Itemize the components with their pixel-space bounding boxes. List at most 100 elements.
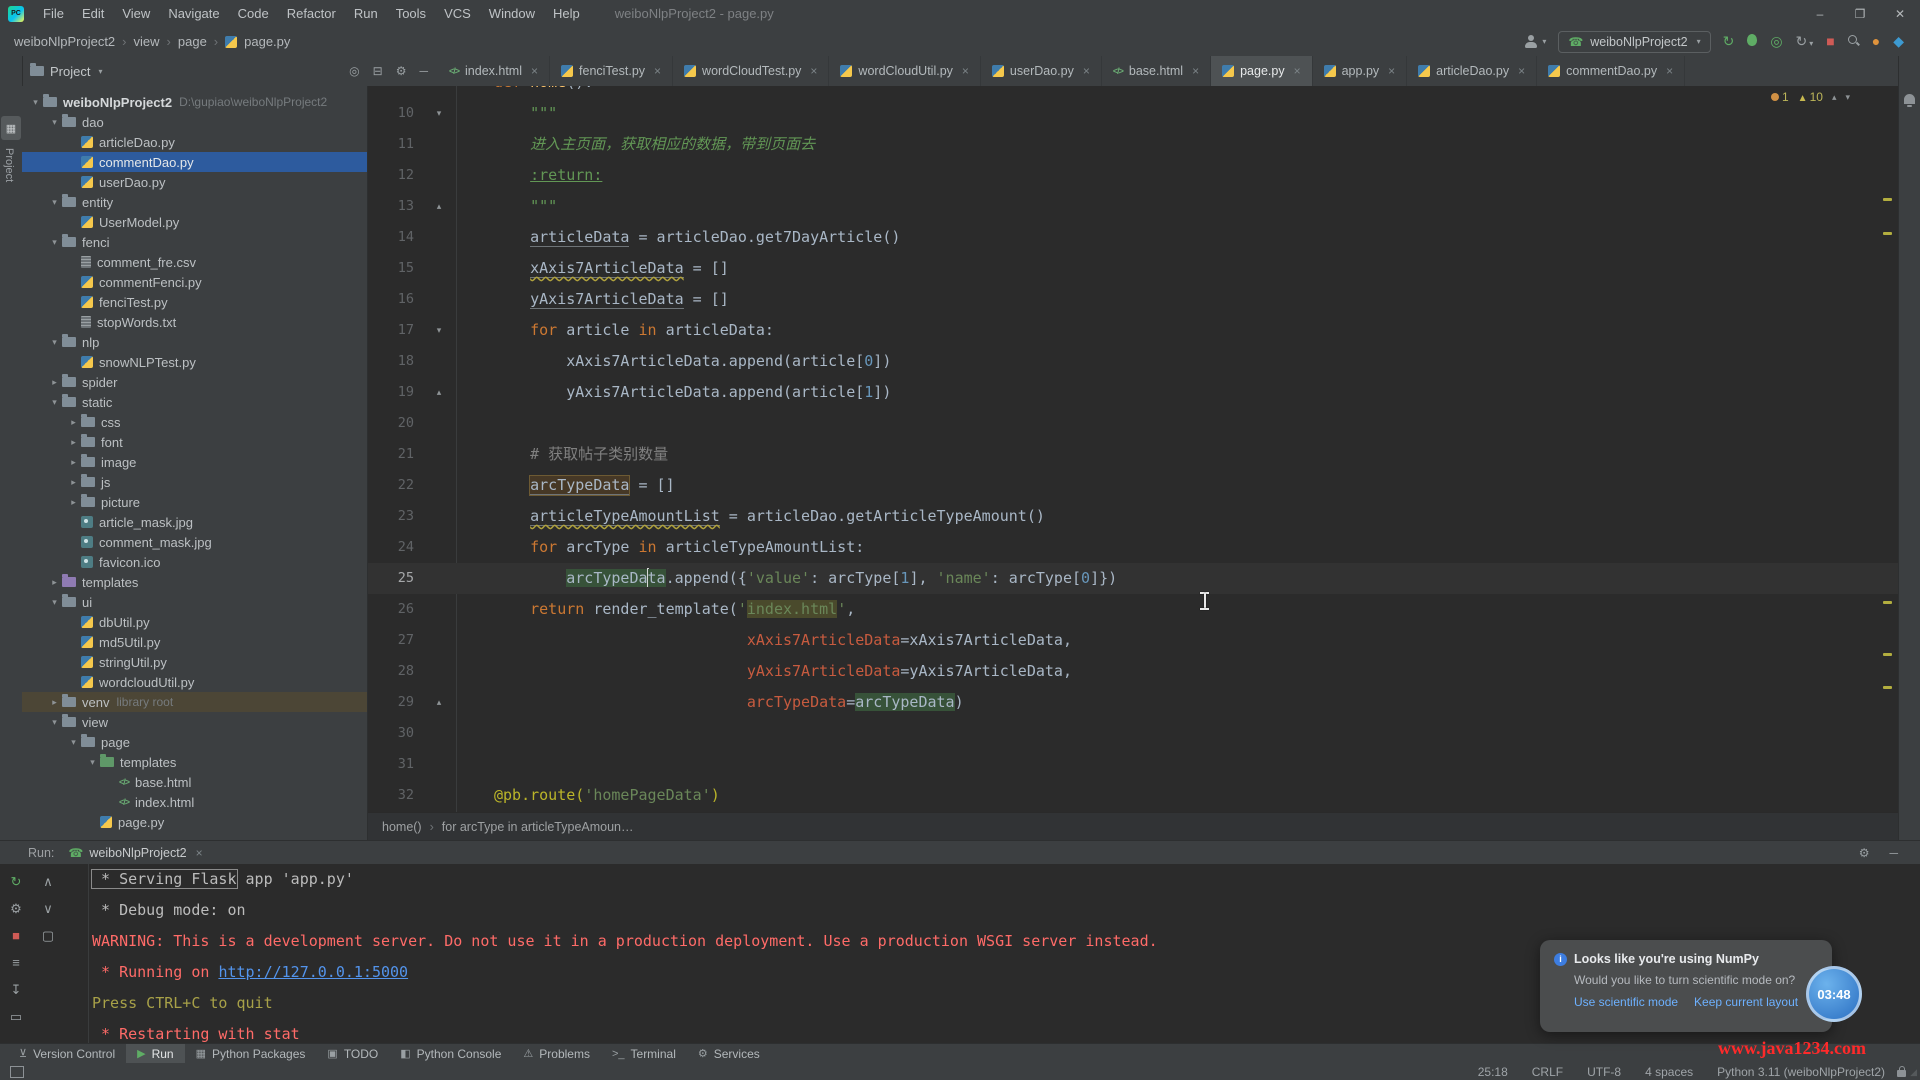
menu-view[interactable]: View <box>113 6 159 21</box>
code-line-23[interactable]: 23 articleTypeAmountList = articleDao.ge… <box>368 501 1898 532</box>
editor-tab-wordCloudTest.py[interactable]: wordCloudTest.py× <box>673 56 829 86</box>
settings-icon[interactable]: ⚙ <box>396 64 407 78</box>
tree-item-dbUtil.py[interactable]: dbUtil.py <box>22 612 367 632</box>
tree-item-weiboNlpProject2[interactable]: ▾weiboNlpProject2D:\gupiao\weiboNlpProje… <box>22 92 367 112</box>
soft-wrap-icon[interactable]: ≡ <box>6 955 26 970</box>
tool-window-button-version-control[interactable]: ⊻Version Control <box>8 1044 126 1064</box>
editor-tab-userDao.py[interactable]: userDao.py× <box>981 56 1102 86</box>
tool-window-button-python-packages[interactable]: ▦Python Packages <box>185 1044 317 1064</box>
warning-stripe-mark[interactable] <box>1883 653 1892 656</box>
updates-icon[interactable]: ● <box>1872 34 1880 49</box>
tree-item-font[interactable]: ▸font <box>22 432 367 452</box>
stop-icon[interactable]: ■ <box>6 928 26 943</box>
minimize-icon[interactable]: – <box>1800 7 1840 21</box>
breadcrumb-item[interactable]: weiboNlpProject2 <box>14 34 115 49</box>
tree-item-index.html[interactable]: </>index.html <box>22 792 367 812</box>
scroll-to-end-icon[interactable]: ↧ <box>6 982 26 998</box>
tree-item-image[interactable]: ▸image <box>22 452 367 472</box>
code-line-20[interactable]: 20 <box>368 408 1898 439</box>
editor-tab-wordCloudUtil.py[interactable]: wordCloudUtil.py× <box>829 56 981 86</box>
tree-item-wordcloudUtil.py[interactable]: wordcloudUtil.py <box>22 672 367 692</box>
next-issue-icon[interactable]: ▾ <box>1845 92 1850 103</box>
editor-tab-app.py[interactable]: app.py× <box>1313 56 1408 86</box>
tree-toggle-icon[interactable]: ▸ <box>47 697 62 708</box>
fold-marker-icon[interactable]: ▴ <box>430 377 448 408</box>
tree-toggle-icon[interactable]: ▸ <box>66 497 81 508</box>
tree-item-js[interactable]: ▸js <box>22 472 367 492</box>
debug-bug-icon[interactable] <box>1747 34 1757 49</box>
tree-toggle-icon[interactable]: ▸ <box>47 577 62 588</box>
menu-help[interactable]: Help <box>544 6 589 21</box>
tree-toggle-icon[interactable]: ▾ <box>66 737 81 748</box>
editor-tab-base.html[interactable]: </>base.html× <box>1102 56 1211 86</box>
project-tool-button[interactable]: ▦ <box>1 116 21 140</box>
code-line-21[interactable]: 21 # 获取帖子类别数量 <box>368 439 1898 470</box>
close-tab-icon[interactable]: × <box>1294 64 1301 78</box>
tree-toggle-icon[interactable]: ▸ <box>66 437 81 448</box>
project-panel-title[interactable]: Project <box>50 64 90 79</box>
code-line-32[interactable]: 32@pb.route('homePageData') <box>368 780 1898 811</box>
menu-vcs[interactable]: VCS <box>435 6 480 21</box>
server-url-link[interactable]: http://127.0.0.1:5000 <box>218 963 408 981</box>
code-line-27[interactable]: 27 xAxis7ArticleData=xAxis7ArticleData, <box>368 625 1898 656</box>
hide-panel-icon[interactable]: ─ <box>419 64 428 78</box>
code-line-15[interactable]: 15 xAxis7ArticleData = [] <box>368 253 1898 284</box>
tree-item-base.html[interactable]: </>base.html <box>22 772 367 792</box>
tool-window-button-services[interactable]: ⚙Services <box>687 1044 771 1064</box>
code-line-29[interactable]: 29▴ arcTypeData=arcTypeData) <box>368 687 1898 718</box>
code-line-30[interactable]: 30 <box>368 718 1898 749</box>
code-line-17[interactable]: 17▾ for article in articleData: <box>368 315 1898 346</box>
code-line-19[interactable]: 19▴ yAxis7ArticleData.append(article[1]) <box>368 377 1898 408</box>
code-editor[interactable]: 9def home():10▾ """11 进入主页面，获取相应的数据，带到页面… <box>368 86 1898 840</box>
editor-tab-commentDao.py[interactable]: commentDao.py× <box>1537 56 1685 86</box>
tree-item-spider[interactable]: ▸spider <box>22 372 367 392</box>
tree-item-entity[interactable]: ▾entity <box>22 192 367 212</box>
tree-item-picture[interactable]: ▸picture <box>22 492 367 512</box>
project-stripe-label[interactable]: Project <box>3 148 15 182</box>
tree-item-venv[interactable]: ▸venvlibrary root <box>22 692 367 712</box>
close-tab-icon[interactable]: × <box>810 64 817 78</box>
tree-item-page[interactable]: ▾page <box>22 732 367 752</box>
tree-item-articleDao.py[interactable]: articleDao.py <box>22 132 367 152</box>
tree-toggle-icon[interactable]: ▸ <box>47 377 62 388</box>
tree-toggle-icon[interactable]: ▾ <box>85 757 100 768</box>
tree-toggle-icon[interactable]: ▾ <box>28 97 43 108</box>
editor-tab-fenciTest.py[interactable]: fenciTest.py× <box>550 56 673 86</box>
tree-toggle-icon[interactable]: ▸ <box>66 417 81 428</box>
warning-stripe-mark[interactable] <box>1883 198 1892 201</box>
tree-item-userDao.py[interactable]: userDao.py <box>22 172 367 192</box>
tree-item-stringUtil.py[interactable]: stringUtil.py <box>22 652 367 672</box>
tree-toggle-icon[interactable]: ▾ <box>47 597 62 608</box>
close-tab-icon[interactable]: × <box>654 64 661 78</box>
menu-refactor[interactable]: Refactor <box>278 6 345 21</box>
tree-toggle-icon[interactable]: ▸ <box>66 457 81 468</box>
close-tab-icon[interactable]: × <box>1388 64 1395 78</box>
tree-toggle-icon[interactable]: ▾ <box>47 717 62 728</box>
code-breadcrumb-item[interactable]: home() <box>382 820 422 834</box>
menu-navigate[interactable]: Navigate <box>159 6 228 21</box>
tree-toggle-icon[interactable]: ▸ <box>66 477 81 488</box>
tree-item-commentFenci.py[interactable]: commentFenci.py <box>22 272 367 292</box>
tool-window-button-problems[interactable]: ⚠Problems <box>512 1044 601 1064</box>
settings-icon[interactable]: ⚙ <box>1859 846 1870 860</box>
up-stack-icon[interactable]: ∧ <box>38 874 58 890</box>
tree-toggle-icon[interactable]: ▾ <box>47 337 62 348</box>
tree-item-static[interactable]: ▾static <box>22 392 367 412</box>
menu-code[interactable]: Code <box>229 6 278 21</box>
code-line-13[interactable]: 13▴ """ <box>368 191 1898 222</box>
coverage-icon[interactable]: ◎ <box>1770 34 1782 49</box>
breadcrumb-item[interactable]: page <box>178 34 207 49</box>
tree-item-md5Util.py[interactable]: md5Util.py <box>22 632 367 652</box>
tree-item-comment_fre.csv[interactable]: comment_fre.csv <box>22 252 367 272</box>
tree-toggle-icon[interactable]: ▾ <box>47 237 62 248</box>
rerun-icon[interactable]: ↻ <box>1723 34 1735 49</box>
search-icon[interactable] <box>1848 34 1859 49</box>
clear-all-icon[interactable]: ▭ <box>6 1009 26 1025</box>
tree-item-fenci[interactable]: ▾fenci <box>22 232 367 252</box>
code-line-22[interactable]: 22 arcTypeData = [] <box>368 470 1898 501</box>
fold-marker-icon[interactable]: ▴ <box>430 191 448 222</box>
close-tab-icon[interactable]: × <box>1666 64 1673 78</box>
tool-window-button-terminal[interactable]: >_Terminal <box>601 1044 687 1064</box>
pin-icon[interactable]: ▢ <box>38 928 58 944</box>
tree-item-dao[interactable]: ▾dao <box>22 112 367 132</box>
